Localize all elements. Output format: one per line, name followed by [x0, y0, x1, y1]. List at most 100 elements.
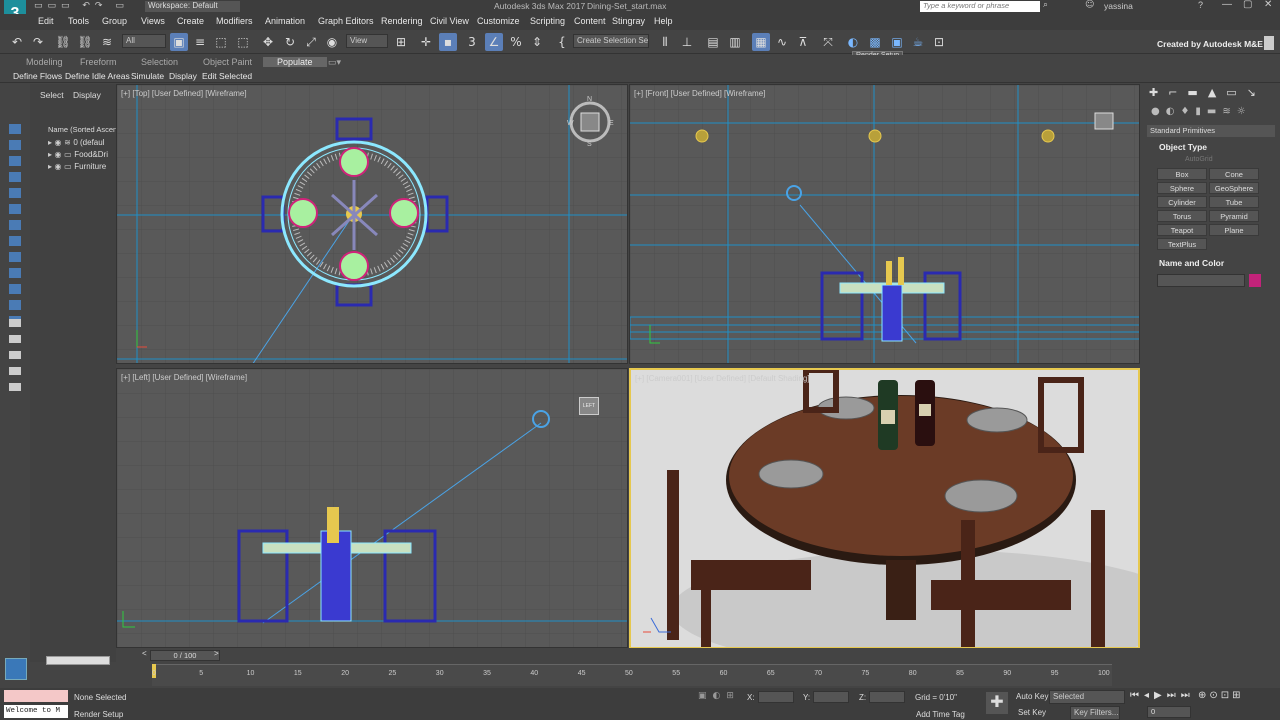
close-button[interactable]: ✕: [1264, 0, 1272, 10]
explorer-tab-select[interactable]: Select: [40, 90, 64, 100]
time-slider-next[interactable]: >: [214, 649, 219, 658]
auto-key-button[interactable]: Auto Key: [1016, 692, 1048, 701]
menu-edit[interactable]: Edit: [38, 16, 54, 26]
menu-graph-editors[interactable]: Graph Editors: [318, 16, 374, 26]
primitive-category-dropdown[interactable]: Standard Primitives: [1147, 125, 1275, 137]
render-production-icon[interactable]: ☕: [909, 33, 927, 51]
layer-row[interactable]: ▸ ◉ ≋ 0 (defaul: [48, 138, 104, 147]
maxscript-mini-listener[interactable]: Welcome to M: [4, 705, 68, 718]
menu-rendering[interactable]: Rendering: [381, 16, 423, 26]
tube-button[interactable]: Tube: [1209, 196, 1259, 208]
viewcube-icon[interactable]: [1094, 112, 1114, 130]
dope-sheet-icon[interactable]: ⊼: [794, 33, 812, 51]
redo-icon[interactable]: ↷: [29, 33, 47, 51]
viewport-camera[interactable]: [+] [Camera001] [User Defined] [Default …: [629, 368, 1140, 649]
menu-modifiers[interactable]: Modifiers: [216, 16, 253, 26]
set-key-button[interactable]: Set Key: [1018, 708, 1046, 717]
material-editor-icon[interactable]: ◐: [844, 33, 862, 51]
time-slider-prev[interactable]: <: [142, 649, 147, 658]
ribbon-options-icon[interactable]: ▭▾: [328, 57, 341, 68]
viewport-left[interactable]: [+] [Left] [User Defined] [Wireframe] LE…: [116, 368, 628, 648]
maxscript-listener[interactable]: [4, 690, 68, 702]
viewport-front[interactable]: [+] [Front] [User Defined] [Wireframe]: [629, 84, 1140, 364]
menu-tools[interactable]: Tools: [68, 16, 89, 26]
undo-icon[interactable]: ↶: [8, 33, 26, 51]
rotate-icon[interactable]: ↻: [281, 33, 299, 51]
window-crossing-icon[interactable]: ⬚: [234, 33, 252, 51]
menu-create[interactable]: Create: [177, 16, 204, 26]
display-button[interactable]: Display: [169, 71, 197, 81]
viewport-top[interactable]: [+] [Top] [User Defined] [Wireframe] N W…: [116, 84, 628, 364]
menu-civil-view[interactable]: Civil View: [430, 16, 469, 26]
layer-explorer-icon[interactable]: ▤: [704, 33, 722, 51]
define-flows-button[interactable]: Define Flows: [13, 71, 62, 81]
quick-access-icons[interactable]: ▭▭▭ ↶↷ ▭: [34, 1, 129, 11]
select-manipulate-icon[interactable]: ✛: [417, 33, 435, 51]
toggle-ribbon-icon[interactable]: ▥: [726, 33, 744, 51]
pyramid-button[interactable]: Pyramid: [1209, 210, 1259, 222]
viewport-label[interactable]: [+] [Left] [User Defined] [Wireframe]: [121, 373, 247, 382]
explorer-tab-display[interactable]: Display: [73, 90, 101, 100]
cone-button[interactable]: Cone: [1209, 168, 1259, 180]
maximize-button[interactable]: ▢: [1243, 0, 1252, 10]
menu-views[interactable]: Views: [141, 16, 165, 26]
align-icon[interactable]: ⊥: [678, 33, 696, 51]
key-filters-button[interactable]: Key Filters...: [1070, 706, 1120, 720]
layer-row[interactable]: ▸ ◉ ▭ Furniture: [48, 162, 106, 171]
explorer-column-header[interactable]: Name (Sorted Ascen: [48, 125, 116, 134]
user-icon[interactable]: ☺: [1085, 0, 1094, 10]
object-color-swatch[interactable]: [1249, 274, 1261, 287]
object-type-rollout[interactable]: Object Type: [1159, 142, 1207, 152]
plane-button[interactable]: Plane: [1209, 224, 1259, 236]
toolbar-expand-icon[interactable]: [1264, 36, 1274, 50]
cylinder-button[interactable]: Cylinder: [1157, 196, 1207, 208]
textplus-button[interactable]: TextPlus: [1157, 238, 1207, 250]
menu-help[interactable]: Help: [654, 16, 673, 26]
scale-icon[interactable]: ⤢: [302, 33, 320, 51]
edit-named-selection-icon[interactable]: {: [553, 33, 571, 51]
isolate-icon[interactable]: ▣◐⊞: [698, 691, 740, 701]
link-icon[interactable]: ⛓: [54, 33, 72, 51]
add-time-tag-button[interactable]: Add Time Tag: [916, 710, 965, 719]
z-coordinate-field[interactable]: [869, 691, 905, 703]
scene-explorer-icon[interactable]: ▦: [752, 33, 770, 51]
named-selection-dropdown[interactable]: Create Selection Se: [573, 34, 649, 48]
selection-filter-dropdown[interactable]: All: [122, 34, 166, 48]
search-input[interactable]: Type a keyword or phrase: [920, 1, 1040, 12]
pivot-center-icon[interactable]: ⊞: [392, 33, 410, 51]
user-name[interactable]: yassina: [1104, 1, 1133, 11]
layout-toggle-icon[interactable]: [5, 658, 27, 680]
x-coordinate-field[interactable]: [758, 691, 794, 703]
keyboard-shortcut-toggle-icon[interactable]: ▪: [439, 33, 457, 51]
torus-button[interactable]: Torus: [1157, 210, 1207, 222]
angle-snap-icon[interactable]: ∠: [485, 33, 503, 51]
place-icon[interactable]: ◉: [323, 33, 341, 51]
name-and-color-rollout[interactable]: Name and Color: [1159, 258, 1224, 268]
minimize-button[interactable]: —: [1222, 0, 1232, 10]
spinner-snap-icon[interactable]: ⇕: [528, 33, 546, 51]
define-idle-areas-button[interactable]: Define Idle Areas: [65, 71, 130, 81]
move-icon[interactable]: ✥: [259, 33, 277, 51]
menu-scripting[interactable]: Scripting: [530, 16, 565, 26]
time-slider[interactable]: 0 / 100: [150, 650, 220, 661]
viewport-nav-icons[interactable]: ⊕⊙⊡⊞: [1198, 690, 1244, 701]
schematic-view-icon[interactable]: ⤧: [819, 33, 837, 51]
search-icon[interactable]: ⌕: [1043, 0, 1048, 10]
percent-snap-icon[interactable]: %: [507, 33, 525, 51]
teapot-button[interactable]: Teapot: [1157, 224, 1207, 236]
create-category-icons[interactable]: ●◐♦▮▬≋☼: [1151, 106, 1252, 117]
menu-content[interactable]: Content: [574, 16, 606, 26]
playback-controls[interactable]: ⏮◂▶⏭⏭: [1130, 690, 1195, 701]
curve-editor-icon[interactable]: ∿: [773, 33, 791, 51]
box-button[interactable]: Box: [1157, 168, 1207, 180]
bind-spacewarp-icon[interactable]: ≋: [98, 33, 116, 51]
reference-coord-dropdown[interactable]: View: [346, 34, 388, 48]
y-coordinate-field[interactable]: [813, 691, 849, 703]
object-name-field[interactable]: [1157, 274, 1245, 287]
tab-freeform[interactable]: Freeform: [80, 57, 117, 67]
workspace-dropdown[interactable]: Workspace: Default: [145, 1, 240, 12]
rendered-frame-window-icon[interactable]: ▣: [888, 33, 906, 51]
tab-modeling[interactable]: Modeling: [26, 57, 63, 67]
viewport-label[interactable]: [+] [Camera001] [User Defined] [Default …: [635, 374, 810, 383]
unlink-icon[interactable]: ⛓: [76, 33, 94, 51]
